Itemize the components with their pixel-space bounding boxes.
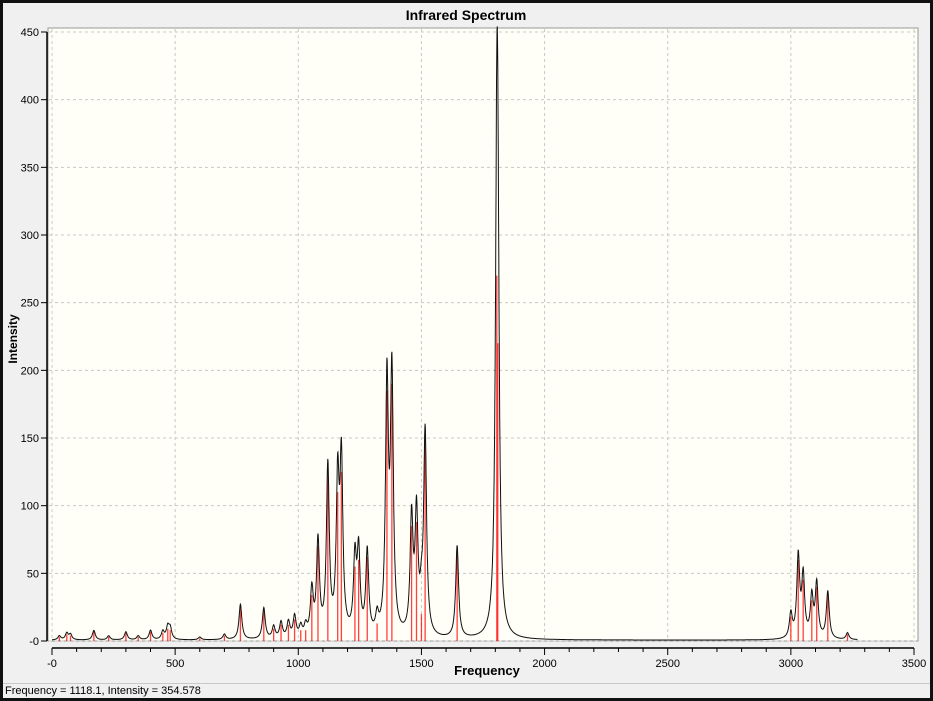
x-tick-label: 500 [166, 658, 184, 670]
x-tick-label: 3500 [902, 658, 926, 670]
y-tick-label: 100 [21, 501, 39, 513]
y-tick-label: 50 [27, 568, 39, 580]
y-tick-label: 300 [21, 230, 39, 242]
y-tick-label: 150 [21, 433, 39, 445]
y-tick-label: 350 [21, 162, 39, 174]
x-axis-label: Frequency [454, 663, 521, 678]
y-tick-label: 200 [21, 365, 39, 377]
chart-title: Infrared Spectrum [406, 7, 527, 23]
spectrum-window: Infrared Spectrum -0 500 1000 1500 2000 2500 3… [0, 0, 933, 701]
y-tick-label: 400 [21, 95, 39, 107]
plot-area [47, 27, 919, 642]
x-tick-label: 2500 [655, 658, 679, 670]
x-tick-label: 1000 [286, 658, 310, 670]
y-tick-label: 450 [21, 27, 39, 39]
x-tick-label: 3000 [779, 658, 803, 670]
x-tick-label: 2000 [532, 658, 556, 670]
x-tick-label: -0 [47, 658, 57, 670]
ir-spectrum-chart[interactable]: Infrared Spectrum -0 500 1000 1500 2000 2500 3… [3, 3, 930, 684]
y-tick-label: 250 [21, 298, 39, 310]
y-axis-label: Intensity [6, 314, 20, 364]
y-tick-label: -0 [29, 636, 39, 648]
x-tick-label: 1500 [409, 658, 433, 670]
status-bar: Frequency = 1118.1, Intensity = 354.578 [3, 683, 930, 698]
